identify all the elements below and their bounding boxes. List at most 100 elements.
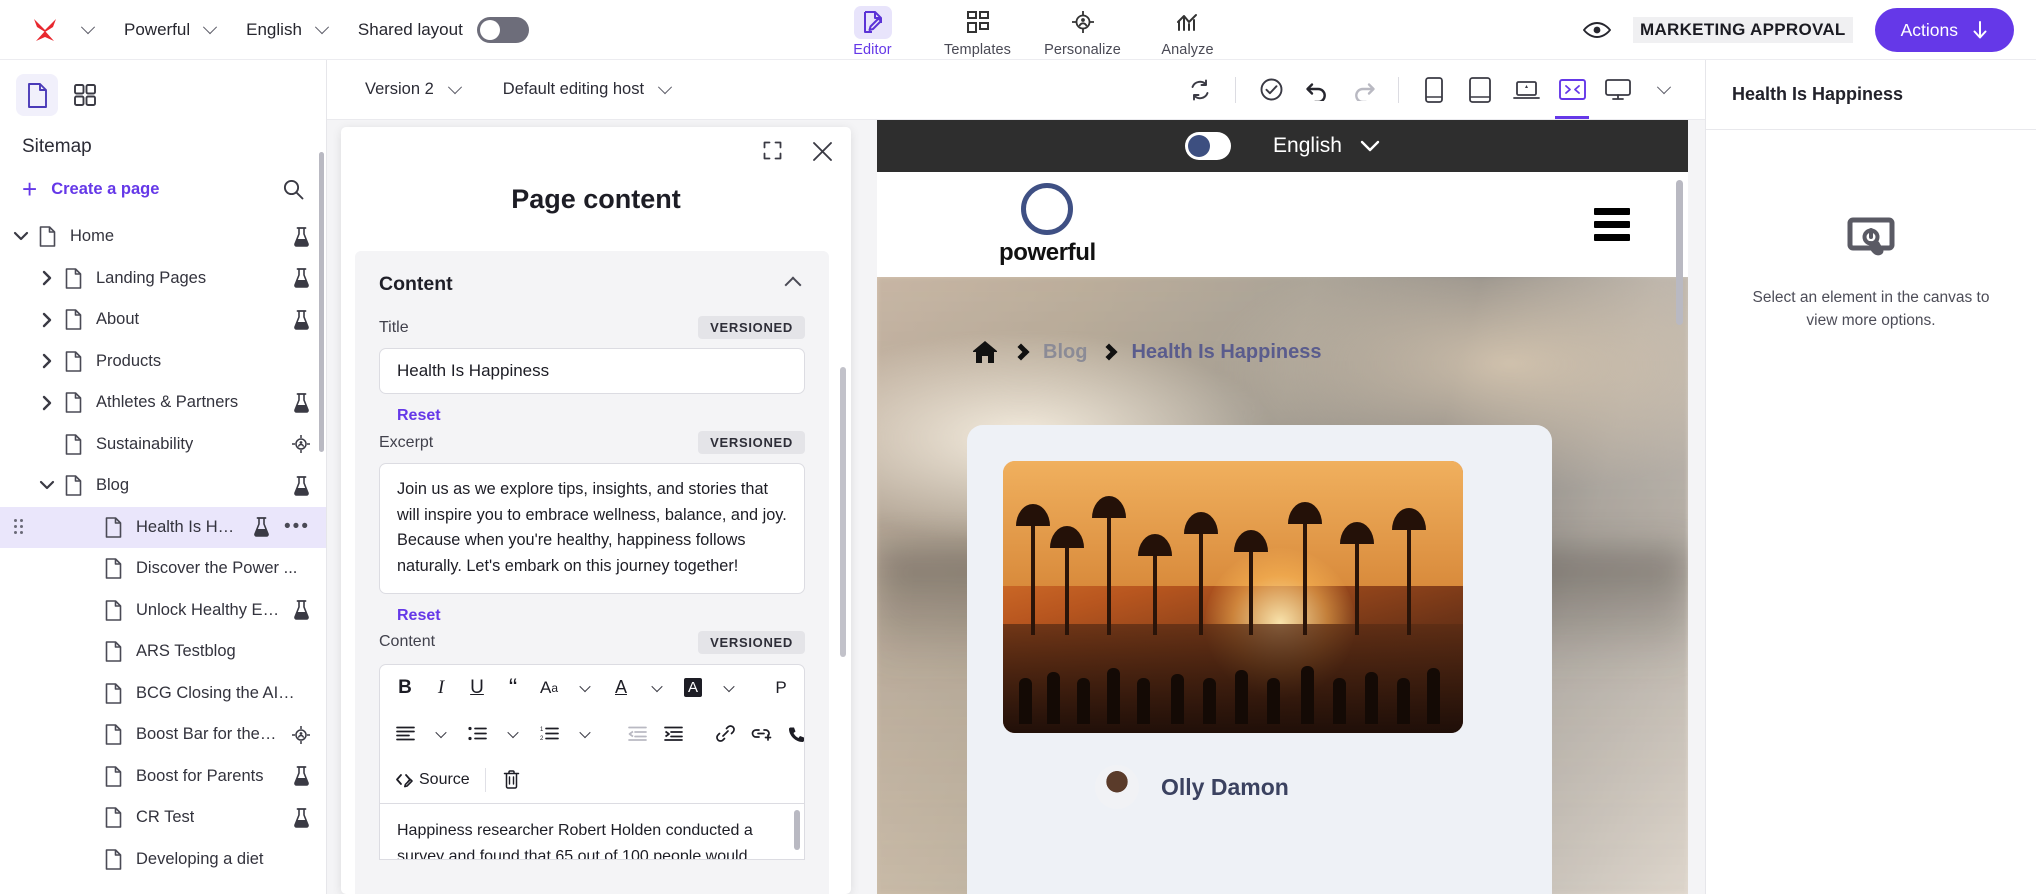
ab-test-icon[interactable] [253, 517, 270, 538]
content-editor-body[interactable]: Happiness researcher Robert Holden condu… [379, 803, 805, 860]
font-size-caret[interactable] [568, 671, 602, 705]
phone-link-button[interactable] [780, 717, 814, 751]
source-button[interactable]: Source [388, 763, 476, 797]
indent-button[interactable] [656, 717, 690, 751]
ab-test-icon[interactable] [293, 309, 310, 330]
ab-test-icon[interactable] [293, 226, 310, 247]
bulleted-list-caret[interactable] [496, 717, 530, 751]
sitemap-item-landing-pages[interactable]: Landing Pages [0, 258, 326, 300]
personalize-icon[interactable] [292, 725, 310, 744]
sitemap-item-athletes-partners[interactable]: Athletes & Partners [0, 382, 326, 424]
chevron-down-icon[interactable] [34, 480, 60, 491]
font-color-caret[interactable] [640, 671, 674, 705]
sitemap-item-ars-testblog[interactable]: ARS Testblog [0, 631, 326, 673]
page-preview[interactable]: English powerful Blog Health Is Happines… [877, 120, 1688, 894]
sitemap-item-home[interactable]: Home [0, 216, 326, 258]
title-reset-button[interactable]: Reset [379, 394, 805, 425]
sitemap-item-unlock-healthy-eatin[interactable]: Unlock Healthy Eatin... [0, 590, 326, 632]
content-section-header[interactable]: Content [355, 251, 829, 302]
link-button[interactable] [708, 717, 742, 751]
italic-button[interactable]: I [424, 671, 458, 705]
blockquote-button[interactable]: “ [496, 671, 530, 705]
bulleted-list-button[interactable] [460, 717, 494, 751]
insert-link-button[interactable] [744, 717, 778, 751]
app-logo[interactable] [24, 9, 66, 51]
ab-test-icon[interactable] [293, 392, 310, 413]
language-selector[interactable]: English [232, 12, 344, 48]
version-selector[interactable]: Version 2 [353, 73, 475, 107]
device-tablet-button[interactable] [1457, 67, 1503, 113]
highlight-color-button[interactable]: A [676, 671, 710, 705]
sitemap-scrollbar[interactable] [319, 152, 324, 452]
font-color-button[interactable]: A [604, 671, 638, 705]
device-desktop-button[interactable] [1595, 67, 1641, 113]
highlight-color-caret[interactable] [712, 671, 746, 705]
chevron-down-icon[interactable] [8, 231, 34, 242]
numbered-list-button[interactable]: 12 [532, 717, 566, 751]
editing-host-selector[interactable]: Default editing host [491, 73, 685, 107]
numbered-list-caret[interactable] [568, 717, 602, 751]
undo-button[interactable] [1294, 67, 1340, 113]
validate-button[interactable] [1248, 67, 1294, 113]
sitemap-item-cr-test[interactable]: CR Test [0, 797, 326, 839]
excerpt-reset-button[interactable]: Reset [379, 594, 805, 625]
align-caret[interactable] [424, 717, 458, 751]
chevron-up-icon[interactable] [784, 276, 802, 293]
drag-handle[interactable] [14, 519, 23, 535]
sitemap-item-health-is-hap[interactable]: Health Is Hap... ••• [0, 506, 326, 548]
home-icon[interactable] [971, 339, 999, 365]
sitemap-item-sustainability[interactable]: Sustainability [0, 424, 326, 466]
bold-button[interactable]: B [388, 671, 422, 705]
eye-icon[interactable] [1582, 20, 1611, 40]
sitemap-item-about[interactable]: About [0, 299, 326, 341]
nav-templates[interactable]: Templates [925, 0, 1030, 60]
sitemap-item-developing-a-diet[interactable]: Developing a diet [0, 839, 326, 881]
site-selector[interactable]: Powerful [110, 12, 232, 48]
preview-mode-toggle[interactable] [1185, 132, 1232, 160]
excerpt-textarea[interactable]: Join us as we explore tips, insights, an… [379, 463, 805, 594]
close-icon[interactable] [812, 141, 833, 162]
nav-editor[interactable]: Editor [820, 0, 925, 60]
preview-language-selector[interactable]: English [1273, 134, 1380, 158]
device-laptop-button[interactable] [1503, 67, 1549, 113]
paragraph-format-caret[interactable] [828, 671, 829, 705]
shared-layout-toggle[interactable] [476, 16, 529, 43]
ab-test-icon[interactable] [293, 475, 310, 496]
paragraph-format-button[interactable]: P [764, 671, 798, 705]
sitemap-item-discover-the-power[interactable]: Discover the Power ... [0, 548, 326, 590]
font-size-button[interactable]: Aa [532, 671, 566, 705]
nav-analyze[interactable]: Analyze [1135, 0, 1240, 60]
delete-button[interactable] [495, 763, 529, 797]
ab-test-icon[interactable] [293, 268, 310, 289]
breadcrumb-blog[interactable]: Blog [1043, 341, 1087, 364]
site-logo[interactable]: powerful [999, 182, 1096, 267]
device-more-button[interactable] [1641, 67, 1687, 113]
hamburger-menu-icon[interactable] [1594, 208, 1630, 241]
preview-scrollbar[interactable] [1676, 180, 1683, 325]
sitemap-item-blog[interactable]: Blog [0, 465, 326, 507]
ab-test-icon[interactable] [293, 807, 310, 828]
outdent-button[interactable] [620, 717, 654, 751]
rail-pages-button[interactable] [16, 74, 58, 116]
chevron-right-icon[interactable] [34, 353, 60, 369]
chevron-right-icon[interactable] [34, 395, 60, 411]
redo-button[interactable] [1340, 67, 1386, 113]
personalize-icon[interactable] [292, 435, 310, 454]
align-button[interactable] [388, 717, 422, 751]
rail-components-button[interactable] [64, 74, 106, 116]
device-fit-button[interactable] [1549, 67, 1595, 119]
device-mobile-button[interactable] [1411, 67, 1457, 113]
nav-personalize[interactable]: Personalize [1030, 0, 1135, 60]
expand-icon[interactable] [763, 141, 782, 162]
content-editor-scrollbar[interactable] [794, 809, 800, 850]
sitemap-item-bcg-closing-the-ai-i[interactable]: BCG Closing the AI I... [0, 673, 326, 715]
create-page-button[interactable]: + Create a page [22, 176, 159, 202]
logo-dropdown[interactable] [66, 12, 110, 48]
search-icon[interactable] [283, 179, 304, 200]
chevron-right-icon[interactable] [34, 270, 60, 286]
ab-test-icon[interactable] [293, 766, 310, 787]
chevron-right-icon[interactable] [34, 312, 60, 328]
underline-button[interactable]: U [460, 671, 494, 705]
panel-scrollbar[interactable] [840, 367, 846, 657]
actions-button[interactable]: Actions [1874, 8, 2014, 52]
